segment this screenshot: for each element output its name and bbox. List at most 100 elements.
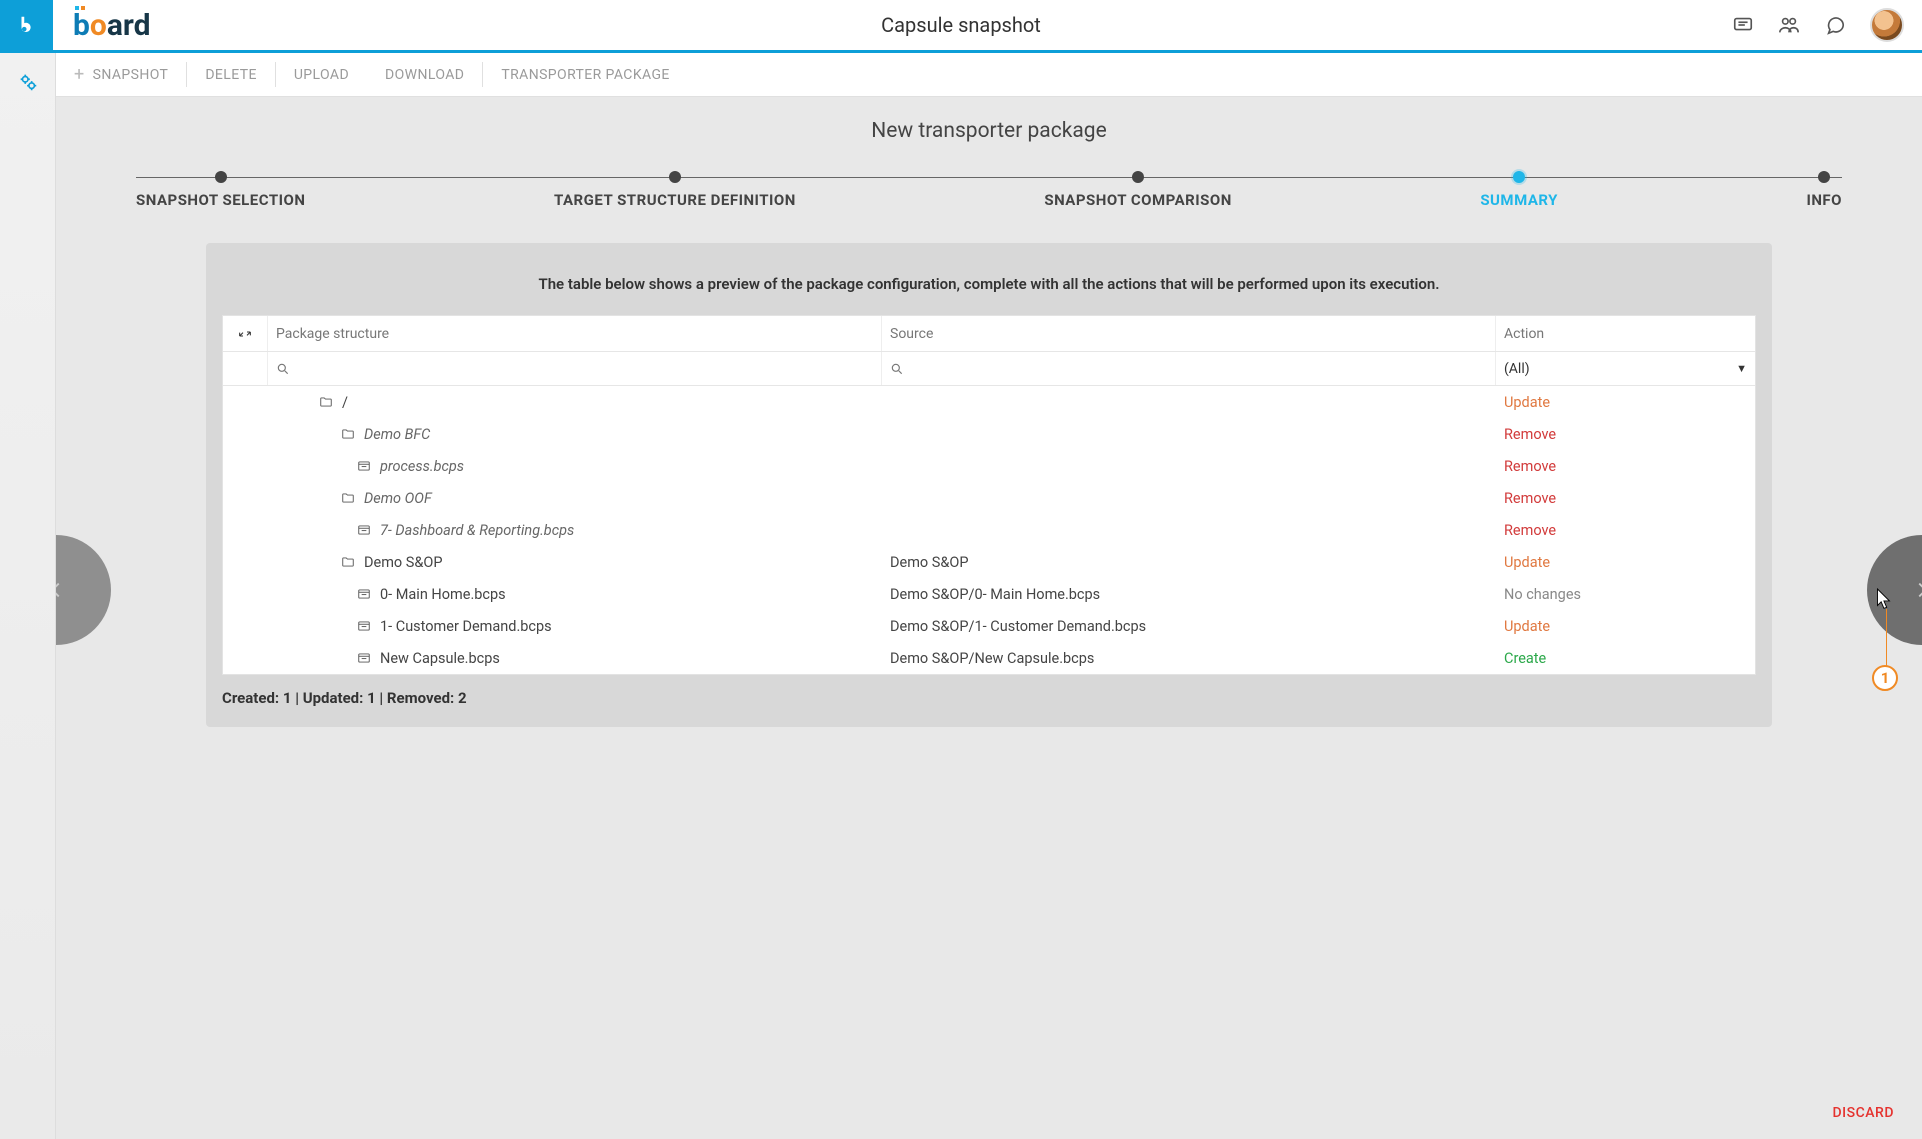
summary-counts: Created: 1 | Updated: 1 | Removed: 2 xyxy=(206,675,1772,711)
source-cell: Demo S&OP/1- Customer Demand.bcps xyxy=(881,610,1495,642)
table-row[interactable]: Demo OOF Remove xyxy=(223,482,1755,514)
action-cell: Create xyxy=(1495,642,1755,674)
source-search[interactable] xyxy=(881,352,1495,385)
capsule-file-icon xyxy=(356,651,372,665)
download-button[interactable]: DOWNLOAD xyxy=(367,53,482,96)
table-row[interactable]: Demo BFC Remove xyxy=(223,418,1755,450)
table-row[interactable]: 1- Customer Demand.bcps Demo S&OP/1- Cust… xyxy=(223,610,1755,642)
upload-button[interactable]: UPLOAD xyxy=(276,53,367,96)
transporter-button[interactable]: TRANSPORTER PACKAGE xyxy=(483,53,687,96)
package-structure-cell: 7- Dashboard & Reporting.bcps xyxy=(267,514,881,546)
folder-icon xyxy=(340,491,356,505)
discard-button[interactable]: DISCARD xyxy=(1833,1105,1894,1121)
row-name: 1- Customer Demand.bcps xyxy=(380,618,552,635)
table-row[interactable]: New Capsule.bcps Demo S&OP/New Capsule.bc… xyxy=(223,642,1755,674)
row-name: Demo BFC xyxy=(364,426,430,443)
action-cell: Remove xyxy=(1495,482,1755,514)
search-icon xyxy=(890,362,904,376)
action-cell: Update xyxy=(1495,610,1755,642)
source-cell xyxy=(881,514,1495,546)
package-structure-cell: Demo OOF xyxy=(267,482,881,514)
source-cell xyxy=(881,418,1495,450)
snapshot-button[interactable]: + SNAPSHOT xyxy=(74,53,186,96)
table-row[interactable]: Demo S&OPDemo S&OPUpdate xyxy=(223,546,1755,578)
stepper: SNAPSHOT SELECTION TARGET STRUCTURE DEFI… xyxy=(136,171,1842,209)
chevron-down-icon: ▼ xyxy=(1736,362,1747,375)
th-source: Source xyxy=(881,316,1495,351)
action-toolbar: + SNAPSHOT DELETE UPLOAD DOWNLOAD TRANSP… xyxy=(56,53,1922,97)
source-cell xyxy=(881,450,1495,482)
step-snapshot-selection[interactable]: SNAPSHOT SELECTION xyxy=(136,171,305,209)
capsule-file-icon xyxy=(356,459,372,473)
table-filter-row: (All) ▼ xyxy=(223,352,1755,386)
folder-icon xyxy=(318,395,334,409)
messages-icon[interactable] xyxy=(1732,14,1754,36)
package-structure-cell: New Capsule.bcps xyxy=(267,642,881,674)
th-action: Action xyxy=(1495,316,1755,351)
table-header: Package structure Source Action xyxy=(223,316,1755,352)
chat-icon[interactable] xyxy=(1824,14,1846,36)
wizard-title: New transporter package xyxy=(84,119,1894,143)
chevron-left-icon xyxy=(56,579,67,601)
expand-icon xyxy=(237,326,253,342)
structure-search[interactable] xyxy=(267,352,881,385)
folder-icon xyxy=(340,555,356,569)
package-structure-cell: 1- Customer Demand.bcps xyxy=(267,610,881,642)
action-filter-dropdown[interactable]: (All) ▼ xyxy=(1495,352,1755,385)
users-icon[interactable] xyxy=(1778,14,1800,36)
next-step-button[interactable] xyxy=(1867,535,1922,645)
action-cell: Remove xyxy=(1495,514,1755,546)
avatar[interactable] xyxy=(1870,8,1904,42)
search-icon xyxy=(276,362,290,376)
summary-description: The table below shows a preview of the p… xyxy=(206,269,1772,315)
row-name: Demo OOF xyxy=(364,490,432,507)
action-cell: Remove xyxy=(1495,450,1755,482)
table-row[interactable]: 7- Dashboard & Reporting.bcps Remove xyxy=(223,514,1755,546)
step-summary[interactable]: SUMMARY xyxy=(1480,171,1558,209)
package-structure-cell: Demo S&OP xyxy=(267,546,881,578)
plus-icon: + xyxy=(74,66,85,84)
package-structure-cell: / xyxy=(267,386,881,418)
prev-step-button[interactable] xyxy=(56,535,111,645)
source-cell xyxy=(881,482,1495,514)
topbar: board Capsule snapshot xyxy=(0,0,1922,53)
step-info[interactable]: INFO xyxy=(1806,171,1842,209)
source-cell: Demo S&OP/New Capsule.bcps xyxy=(881,642,1495,674)
package-structure-cell: process.bcps xyxy=(267,450,881,482)
table-row[interactable]: / Update xyxy=(223,386,1755,418)
action-cell: Remove xyxy=(1495,418,1755,450)
canvas: New transporter package SNAPSHOT SELECTI… xyxy=(56,97,1922,1139)
th-structure: Package structure xyxy=(267,316,881,351)
annotation-line xyxy=(1886,609,1887,667)
capsule-file-icon xyxy=(356,587,372,601)
capsule-file-icon xyxy=(356,523,372,537)
step-target-structure[interactable]: TARGET STRUCTURE DEFINITION xyxy=(554,171,796,209)
sidebar xyxy=(0,53,56,1139)
gear-icon[interactable] xyxy=(17,71,39,93)
step-snapshot-comparison[interactable]: SNAPSHOT COMPARISON xyxy=(1044,171,1232,209)
row-name: New Capsule.bcps xyxy=(380,650,500,667)
action-filter-value: (All) xyxy=(1504,361,1530,377)
expand-header[interactable] xyxy=(223,316,267,351)
action-cell: No changes xyxy=(1495,578,1755,610)
table-row[interactable]: process.bcps Remove xyxy=(223,450,1755,482)
action-cell: Update xyxy=(1495,386,1755,418)
row-name: / xyxy=(342,394,348,411)
table-row[interactable]: 0- Main Home.bcpsDemo S&OP/0- Main Home.… xyxy=(223,578,1755,610)
annotation-badge: 1 xyxy=(1872,665,1898,691)
package-structure-cell: 0- Main Home.bcps xyxy=(267,578,881,610)
board-b-icon xyxy=(16,14,38,36)
brand-logo: board xyxy=(73,8,150,43)
folder-icon xyxy=(340,427,356,441)
row-name: 7- Dashboard & Reporting.bcps xyxy=(380,522,574,539)
app-logo-square[interactable] xyxy=(0,0,53,52)
source-cell: Demo S&OP xyxy=(881,546,1495,578)
page-title: Capsule snapshot xyxy=(881,13,1041,37)
capsule-file-icon xyxy=(356,619,372,633)
package-structure-cell: Demo BFC xyxy=(267,418,881,450)
snapshot-label: SNAPSHOT xyxy=(93,67,169,83)
chevron-right-icon xyxy=(1911,579,1922,601)
source-cell: Demo S&OP/0- Main Home.bcps xyxy=(881,578,1495,610)
delete-button[interactable]: DELETE xyxy=(187,53,275,96)
package-table: Package structure Source Action xyxy=(222,315,1756,675)
